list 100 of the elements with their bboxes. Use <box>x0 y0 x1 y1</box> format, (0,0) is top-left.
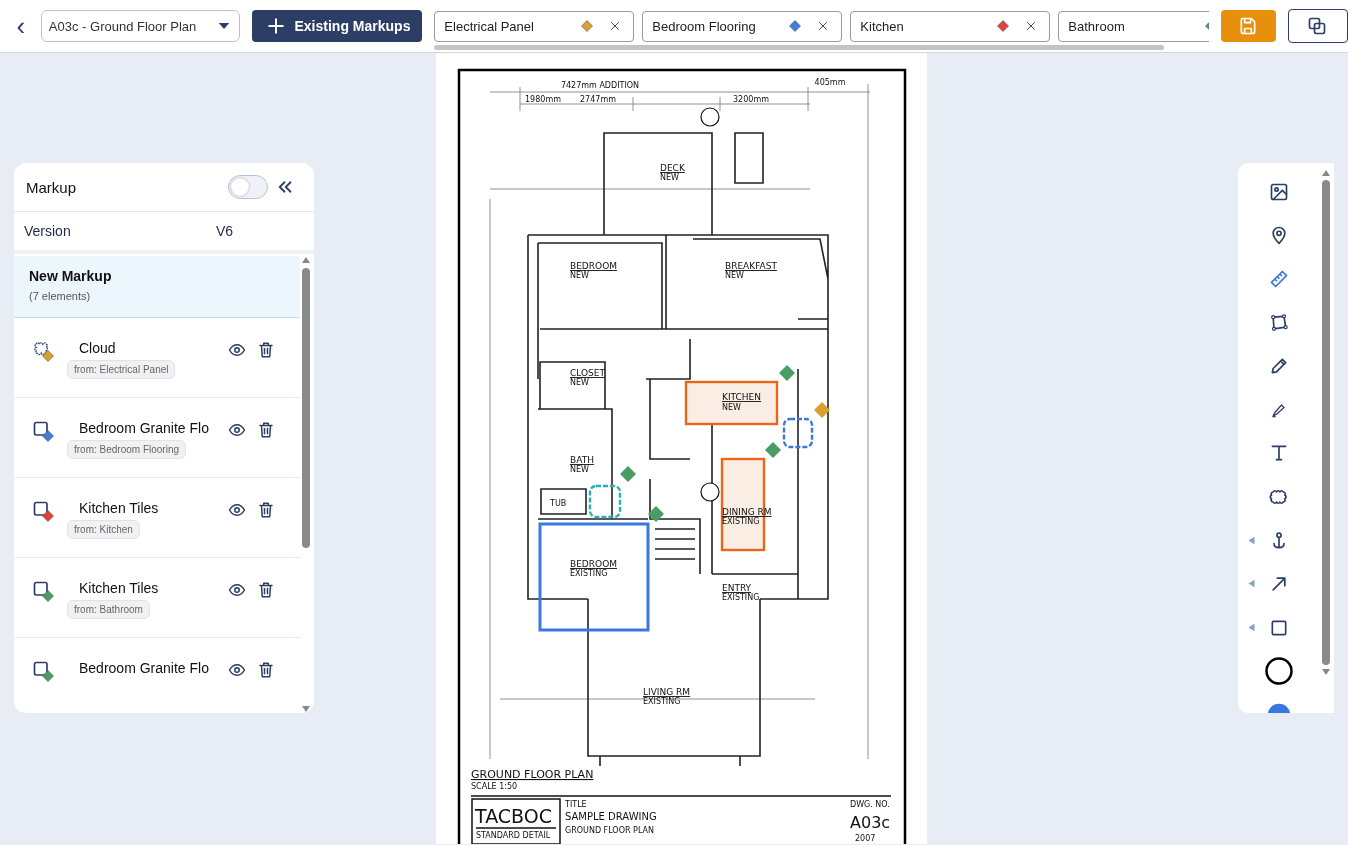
markup-tab[interactable]: Bedroom Flooring <box>642 10 843 42</box>
close-icon[interactable] <box>817 20 830 32</box>
polygon-icon <box>1269 312 1289 333</box>
drawing-number: A03c <box>850 813 891 832</box>
diamond-marker[interactable] <box>648 506 664 522</box>
overlapping-squares-icon <box>1307 16 1328 36</box>
dimension-label: 1980mm <box>525 95 561 104</box>
plan-note: 2007 <box>855 834 876 843</box>
room-label: ENTRY <box>722 583 752 593</box>
markup-name: Kitchen Tiles <box>78 500 160 516</box>
drawing-subtitle: GROUND FLOOR PLAN <box>565 826 654 835</box>
markup-rectangle[interactable] <box>684 380 779 426</box>
dimension-label: 3200mm <box>733 95 769 104</box>
trash-icon[interactable] <box>257 421 275 439</box>
drawing-title: SAMPLE DRAWING <box>565 811 657 822</box>
diamond-marker[interactable] <box>779 365 795 381</box>
scrollbar-thumb[interactable] <box>302 268 310 548</box>
markup-tab[interactable]: Bathroom <box>1058 10 1209 42</box>
room-label: BATH <box>570 455 594 465</box>
existing-markups-button[interactable]: Existing Markups <box>251 10 423 42</box>
plan-note: NEW <box>570 378 589 387</box>
plus-icon <box>266 17 285 35</box>
plan-note: NEW <box>725 271 744 280</box>
tool-button[interactable] <box>1269 443 1289 464</box>
source-tag: from: Electrical Panel <box>67 359 176 379</box>
tool-button[interactable] <box>1269 225 1289 246</box>
source-tag: from: Bathroom <box>67 599 150 619</box>
scroll-down-icon[interactable] <box>301 705 311 713</box>
plan-note: EXISTING <box>570 569 608 578</box>
diamond-marker[interactable] <box>620 466 636 482</box>
eye-icon[interactable] <box>228 581 246 599</box>
source-tag: from: Bedroom Flooring <box>67 439 187 459</box>
dimension-label: 2747mm <box>580 95 616 104</box>
markup-group[interactable]: New Markup (7 elements) <box>14 256 300 318</box>
dimension-label: 405mm <box>814 78 846 87</box>
eye-icon[interactable] <box>228 661 246 679</box>
panel-title: Markup <box>26 178 78 196</box>
plan-note: SCALE 1:50 <box>471 782 518 791</box>
trash-icon[interactable] <box>257 341 275 359</box>
back-button[interactable]: ‹ <box>12 14 30 38</box>
sheet-dropdown[interactable]: A03c - Ground Floor Plan <box>40 10 240 42</box>
markup-name: Bedroom Granite Flo <box>78 420 210 436</box>
logo-text: TACBOC <box>475 805 552 827</box>
room-label: KITCHEN <box>722 392 761 402</box>
markup-name: Bedroom Granite Flo <box>78 660 210 676</box>
ruler-icon <box>1269 269 1289 289</box>
scrollbar[interactable] <box>434 44 1165 50</box>
trash-icon[interactable] <box>257 661 275 679</box>
caret-left-icon[interactable] <box>1247 578 1256 590</box>
image-icon <box>1269 181 1289 202</box>
location-pin-icon <box>1269 225 1289 246</box>
tool-button[interactable] <box>1269 181 1289 202</box>
diamond-marker[interactable] <box>814 402 830 418</box>
duplicate-button[interactable] <box>1288 9 1348 43</box>
circle-icon <box>1264 656 1294 687</box>
double-chevron-left-icon[interactable] <box>276 178 294 196</box>
trash-icon[interactable] <box>257 501 275 519</box>
tool-button[interactable] <box>1264 656 1294 687</box>
eye-icon[interactable] <box>228 501 246 519</box>
room-label: DECK <box>660 163 685 173</box>
room-label: BEDROOM <box>570 559 617 569</box>
markup-tab[interactable]: Electrical Panel <box>434 10 635 42</box>
scroll-down-icon[interactable] <box>1321 668 1331 676</box>
plan-note: NEW <box>570 271 589 280</box>
eye-icon[interactable] <box>228 341 246 359</box>
markup-cloud[interactable] <box>588 484 622 519</box>
caret-left-icon[interactable] <box>1247 621 1256 633</box>
plan-note: NEW <box>660 173 679 182</box>
markup-cloud[interactable] <box>782 417 814 449</box>
plan-note: NEW <box>570 465 589 474</box>
plan-note: TITLE <box>565 800 587 809</box>
plan-note: EXISTING <box>643 697 681 706</box>
markup-rectangle[interactable] <box>538 522 650 632</box>
logo-subtitle: STANDARD DETAIL <box>476 831 551 840</box>
plan-note: NEW <box>722 403 741 412</box>
scroll-up-icon[interactable] <box>301 256 311 264</box>
caret-left-icon[interactable] <box>1247 534 1256 546</box>
markup-name: Kitchen Tiles <box>78 580 160 596</box>
scrollbar-thumb[interactable] <box>1322 180 1330 665</box>
markup-name: Cloud <box>78 340 117 356</box>
scroll-up-icon[interactable] <box>1321 169 1331 177</box>
room-label: BREAKFAST <box>725 261 777 271</box>
version-value: V6 <box>216 223 234 239</box>
version-label: Version <box>24 223 72 239</box>
room-label: BEDROOM <box>570 261 617 271</box>
plan-note: EXISTING <box>722 593 760 602</box>
dimension-label: 7427mm ADDITION <box>560 81 640 90</box>
markup-tab[interactable]: Kitchen <box>850 10 1051 42</box>
eye-icon[interactable] <box>228 421 246 439</box>
plan-heading: GROUND FLOOR PLAN <box>471 768 594 781</box>
plan-note: DWG. NO. <box>850 800 890 809</box>
diamond-marker[interactable] <box>765 442 781 458</box>
trash-icon[interactable] <box>257 581 275 599</box>
text-icon <box>1269 443 1289 464</box>
toggle-switch[interactable] <box>228 175 268 199</box>
source-tag: from: Kitchen <box>67 519 140 539</box>
plan-note: TUB <box>550 499 567 508</box>
close-icon[interactable] <box>609 20 622 32</box>
close-icon[interactable] <box>1025 20 1038 32</box>
tool-button[interactable] <box>1269 312 1289 333</box>
